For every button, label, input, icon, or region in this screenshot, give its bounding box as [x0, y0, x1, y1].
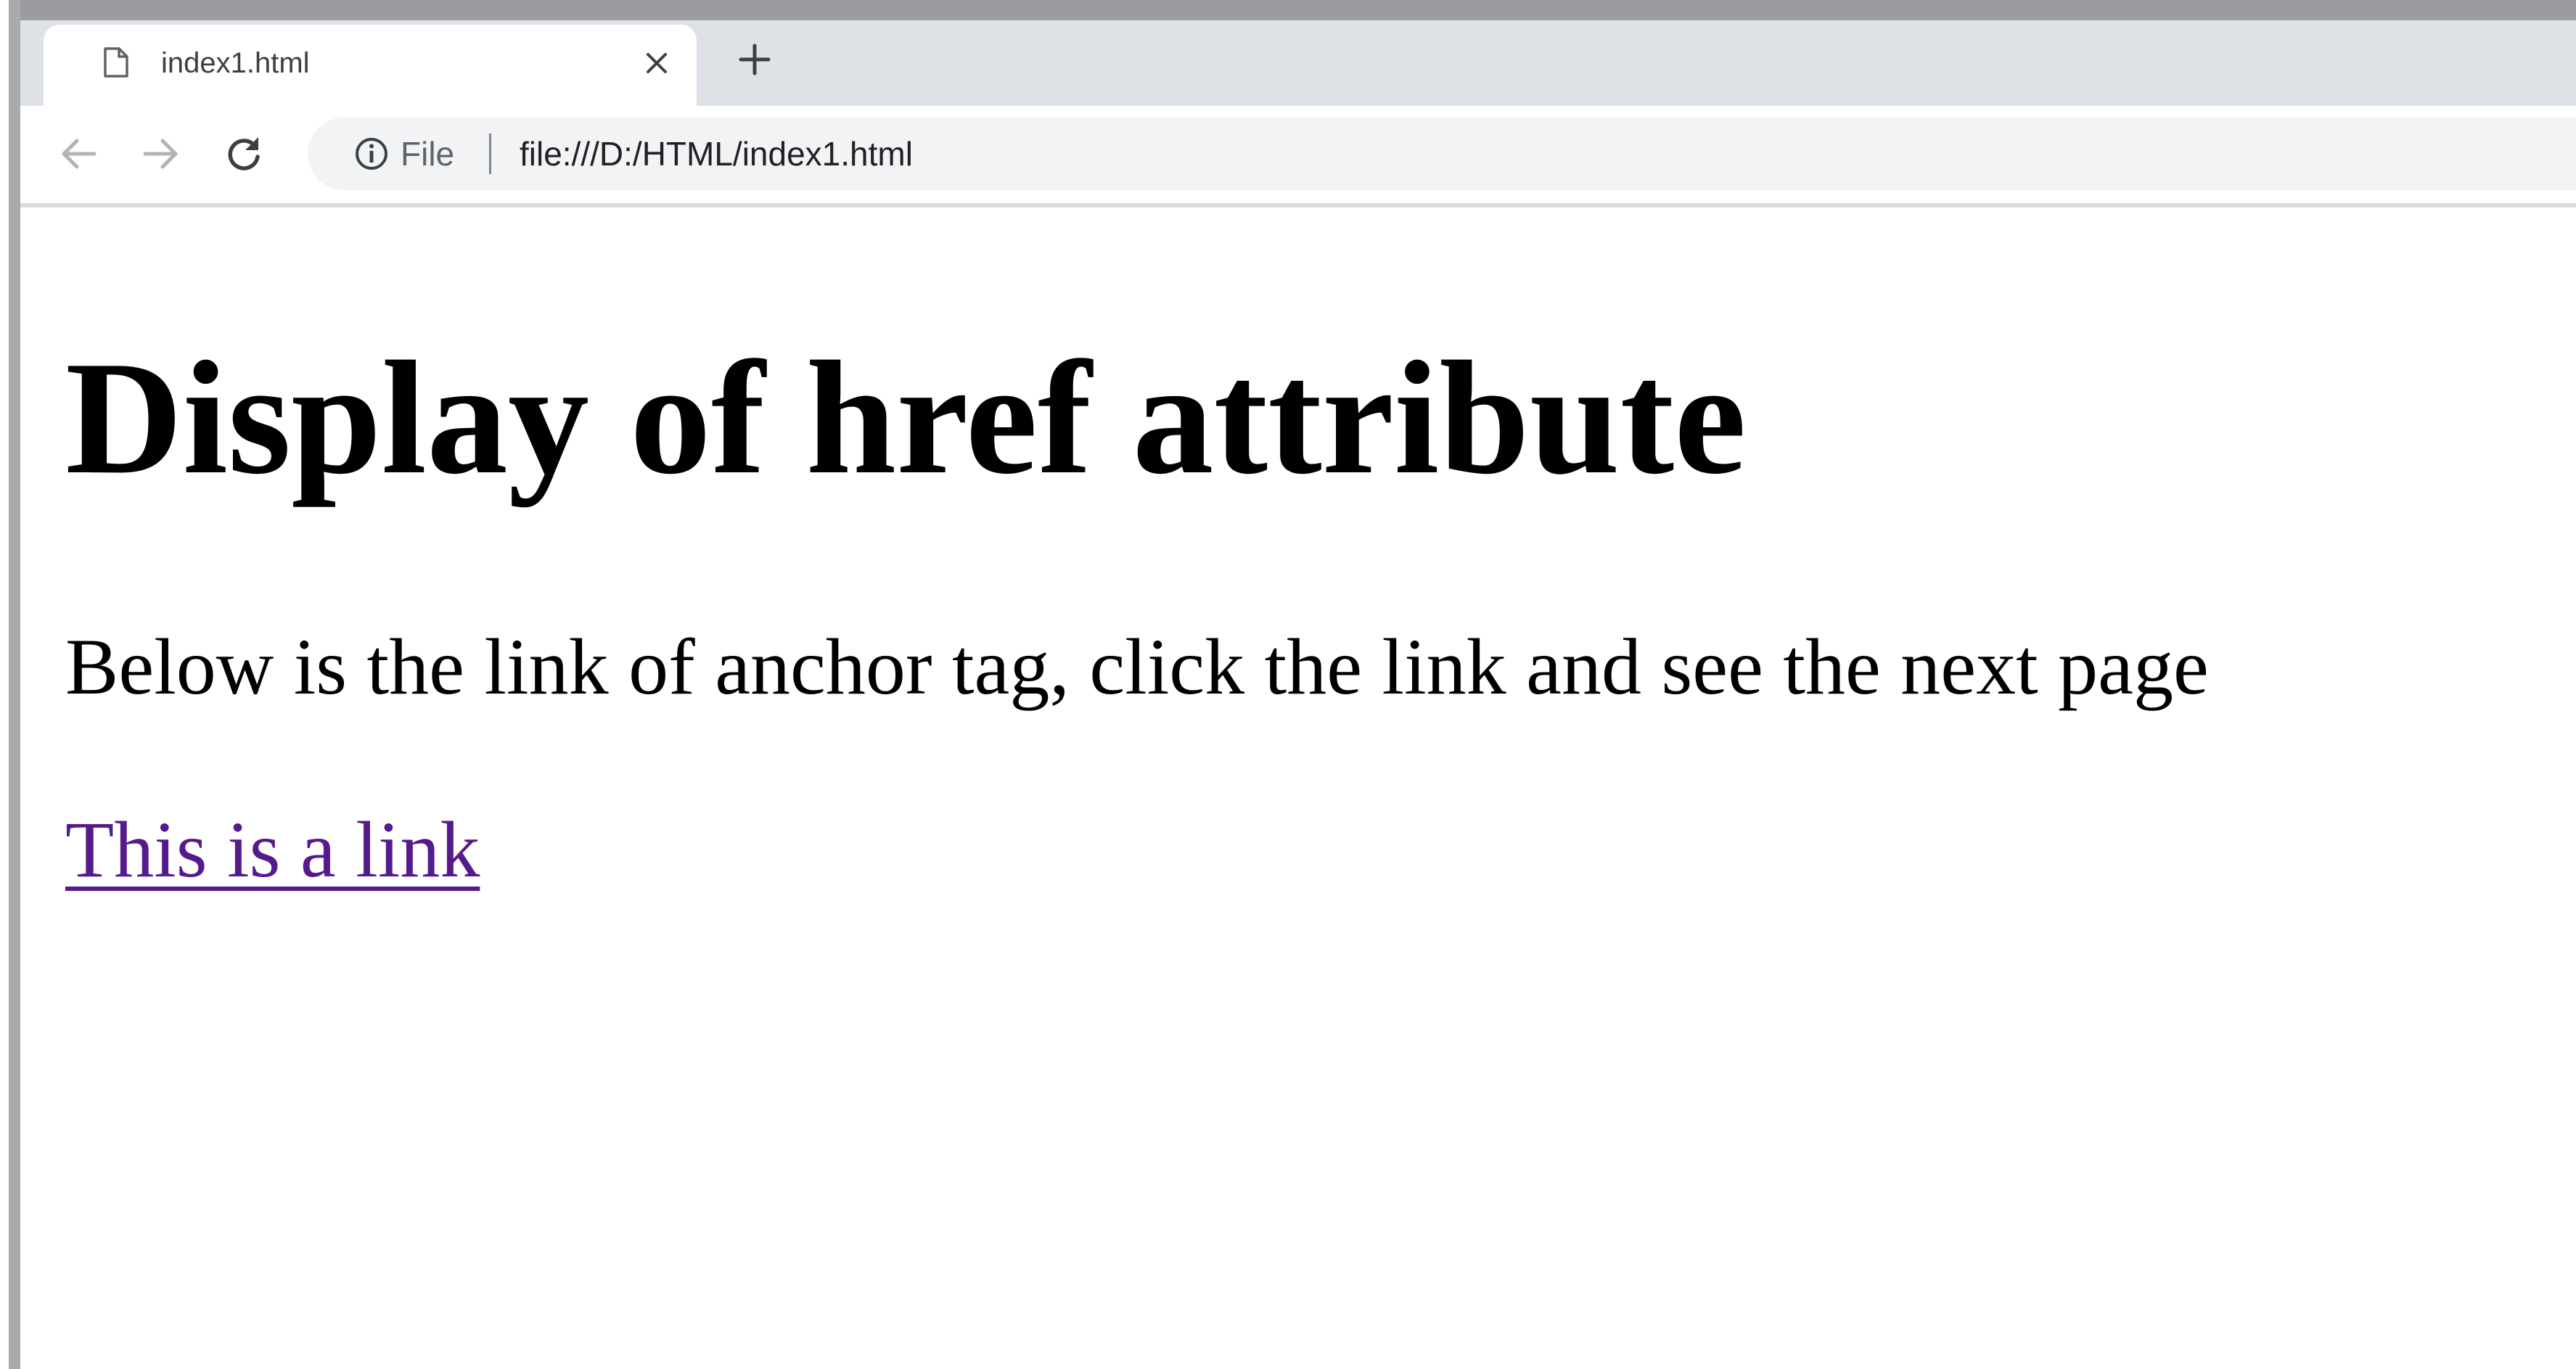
forward-arrow-icon[interactable] — [135, 128, 187, 180]
window-border-top — [0, 0, 2576, 20]
close-icon[interactable] — [639, 45, 675, 81]
page-heading: Display of href attribute — [65, 328, 1747, 508]
info-icon[interactable] — [354, 136, 389, 171]
tab-title: index1.html — [161, 47, 310, 79]
address-bar[interactable]: File file:///D:/HTML/index1.html — [308, 118, 2576, 190]
scheme-label: File — [401, 135, 455, 173]
page-content: Display of href attribute Below is the l… — [20, 207, 2576, 1369]
url-text[interactable]: file:///D:/HTML/index1.html — [520, 135, 913, 173]
page-icon — [103, 46, 129, 78]
anchor-link[interactable]: This is a link — [65, 802, 480, 897]
plus-icon[interactable] — [733, 38, 776, 81]
window-border-left — [0, 0, 20, 1369]
tab-index1[interactable]: index1.html — [44, 25, 697, 106]
back-arrow-icon[interactable] — [52, 128, 104, 180]
reload-icon[interactable] — [218, 128, 270, 180]
omnibox-divider — [489, 133, 491, 174]
browser-toolbar: File file:///D:/HTML/index1.html — [20, 106, 2576, 207]
browser-window: index1.html File file:///D:/HTML/index1.… — [0, 0, 2576, 1369]
page-paragraph: Below is the link of anchor tag, click t… — [65, 622, 2209, 711]
tab-strip: index1.html — [20, 20, 2576, 106]
